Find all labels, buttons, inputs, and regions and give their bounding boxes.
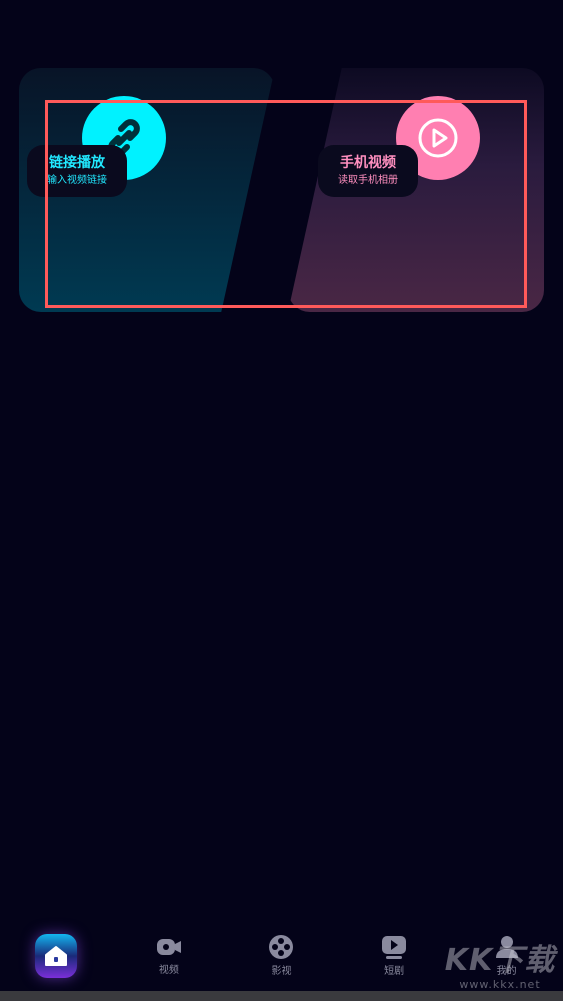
local-video-title: 手机视频 xyxy=(340,155,396,171)
tab-video-label: 视频 xyxy=(158,965,179,976)
tab-movies-label: 影视 xyxy=(271,966,292,977)
play-circle-icon xyxy=(418,118,458,158)
system-nav-strip xyxy=(0,991,563,1001)
link-play-title: 链接播放 xyxy=(49,155,105,171)
watermark-url: www.kkx.net xyxy=(459,978,541,991)
watermark-logo: KK下载 xyxy=(444,943,556,978)
tab-video[interactable]: 视频 xyxy=(129,926,209,986)
local-video-label[interactable]: 手机视频 读取手机相册 xyxy=(318,145,418,197)
video-camera-icon xyxy=(156,939,181,955)
link-play-label[interactable]: 链接播放 输入视频链接 xyxy=(27,145,127,197)
tab-shorts-label: 短剧 xyxy=(384,966,405,977)
local-video-subtitle: 读取手机相册 xyxy=(338,175,398,186)
film-reel-icon xyxy=(269,935,294,959)
home-icon xyxy=(45,945,68,966)
link-play-subtitle: 输入视频链接 xyxy=(47,175,107,186)
tab-movies[interactable]: 影视 xyxy=(241,926,321,986)
tab-home[interactable] xyxy=(16,926,96,986)
feature-cards: 链接播放 输入视频链接 手机视频 读取手机相册 xyxy=(0,0,563,330)
play-box-icon xyxy=(382,936,407,959)
watermark: KK下载 www.kkx.net xyxy=(440,940,560,996)
home-button[interactable] xyxy=(35,933,78,978)
tab-shorts[interactable]: 短剧 xyxy=(354,926,434,986)
